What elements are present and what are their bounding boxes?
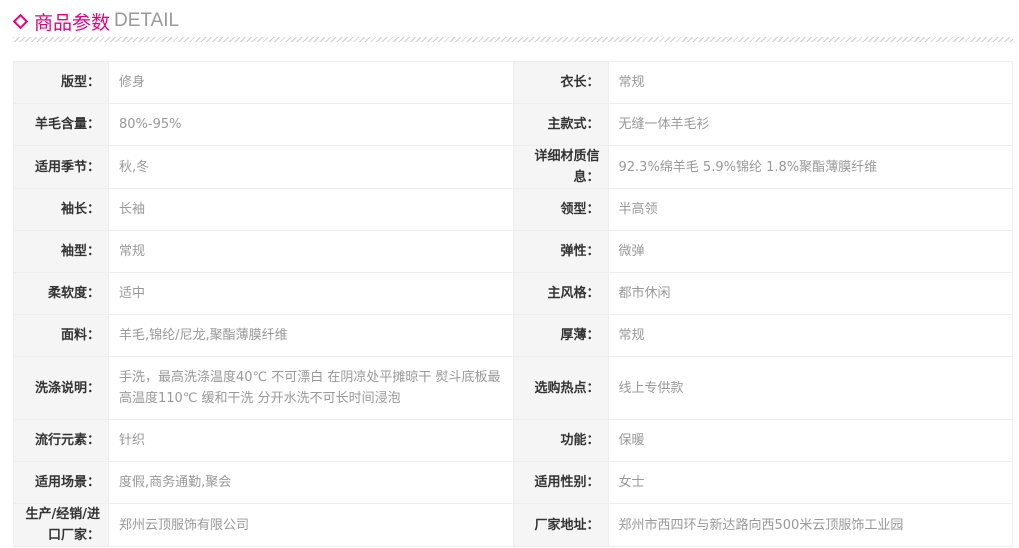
param-label: 面料： [13,314,109,357]
param-value: 羊毛,锦纶/尼龙,聚酯薄膜纤维 [108,314,514,357]
param-label: 版型： [13,61,109,104]
param-value: 92.3%绵羊毛 5.9%锦纶 1.8%聚酯薄膜纤维 [607,145,1013,189]
param-label: 主风格： [512,272,609,315]
diamond-icon [12,13,29,29]
params-table: 版型： 修身 衣长： 常规 羊毛含量： 80%-95% 主款式： 无缝一体羊毛衫 适用季节： 秋,… [13,61,1013,547]
table-row: 柔软度： 适中 主风格： 都市休闲 [13,272,1013,315]
param-label: 适用场景： [13,461,109,504]
table-row: 适用场景： 度假,商务通勤,聚会 适用性别： 女士 [13,461,1013,504]
param-label: 羊毛含量： [13,103,109,146]
param-value: 度假,商务通勤,聚会 [108,461,514,504]
param-value: 常规 [607,314,1013,357]
table-row: 流行元素： 针织 功能： 保暖 [13,419,1013,462]
table-row: 面料： 羊毛,锦纶/尼龙,聚酯薄膜纤维 厚薄： 常规 [13,314,1013,357]
param-value: 保暖 [607,419,1013,462]
param-label: 适用性别： [512,461,609,504]
section-header: 商品参数 DETAIL [12,6,180,36]
param-label: 功能： [512,419,609,462]
param-label: 厂家地址： [512,503,609,547]
section-subtitle: DETAIL [114,10,180,31]
param-label: 详细材质信息： [512,145,609,189]
table-row: 适用季节： 秋,冬 详细材质信息： 92.3%绵羊毛 5.9%锦纶 1.8%聚酯薄膜纤… [13,145,1013,189]
param-label: 袖型： [13,230,109,273]
param-label: 厚薄： [512,314,609,357]
param-value: 常规 [108,230,514,273]
param-label: 弹性： [512,230,609,273]
param-label: 适用季节： [13,145,109,189]
table-row: 袖长： 长袖 领型： 半高领 [13,188,1013,231]
param-label: 生产/经销/进口厂家： [13,503,109,547]
param-value: 微弹 [607,230,1013,273]
param-value: 线上专供款 [607,356,1013,420]
table-row: 版型： 修身 衣长： 常规 [13,61,1013,104]
param-value: 郑州云顶服饰有限公司 [108,503,514,547]
param-value: 半高领 [607,188,1013,231]
param-value: 长袖 [108,188,514,231]
divider [13,37,1013,42]
param-label: 主款式： [512,103,609,146]
table-row: 生产/经销/进口厂家： 郑州云顶服饰有限公司 厂家地址： 郑州市西四环与新达路向西50… [13,503,1013,547]
param-label: 选购热点： [512,356,609,420]
param-value: 无缝一体羊毛衫 [607,103,1013,146]
param-value: 手洗，最高洗涤温度40℃ 不可漂白 在阴凉处平摊晾干 熨斗底板最高温度110℃ … [108,356,514,420]
param-value: 都市休闲 [607,272,1013,315]
param-value: 80%-95% [108,103,514,146]
param-label: 袖长： [13,188,109,231]
table-row: 洗涤说明： 手洗，最高洗涤温度40℃ 不可漂白 在阴凉处平摊晾干 熨斗底板最高温度… [13,356,1013,420]
table-row: 羊毛含量： 80%-95% 主款式： 无缝一体羊毛衫 [13,103,1013,146]
param-label: 衣长： [512,61,609,104]
param-value: 常规 [607,61,1013,104]
param-label: 柔软度： [13,272,109,315]
param-label: 洗涤说明： [13,356,109,420]
param-value: 针织 [108,419,514,462]
param-value: 适中 [108,272,514,315]
section-title: 商品参数 [34,11,111,34]
param-value: 女士 [607,461,1013,504]
param-label: 流行元素： [13,419,109,462]
param-value: 修身 [108,61,514,104]
param-value: 秋,冬 [108,145,514,189]
param-label: 领型： [512,188,609,231]
table-row: 袖型： 常规 弹性： 微弹 [13,230,1013,273]
param-value: 郑州市西四环与新达路向西500米云顶服饰工业园 [607,503,1013,547]
